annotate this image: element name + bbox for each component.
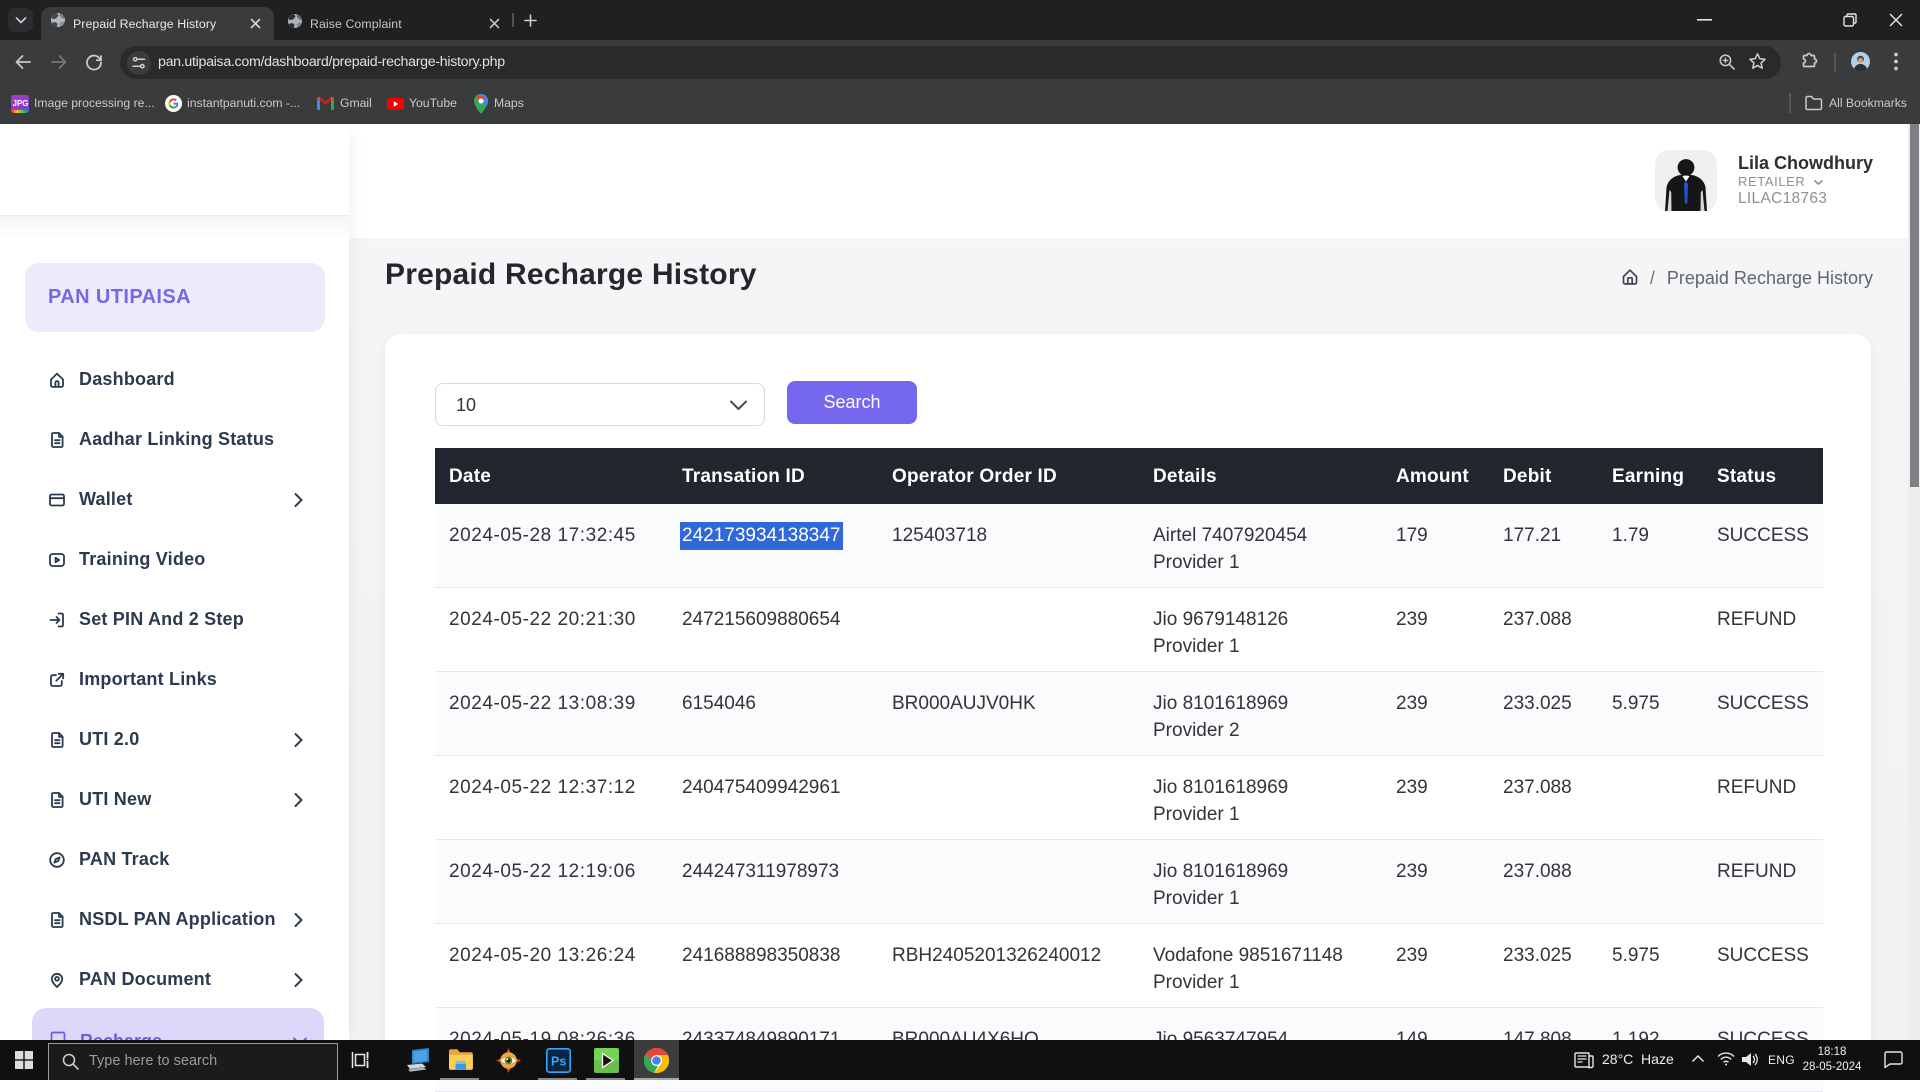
svg-text:Ps: Ps — [551, 1055, 566, 1069]
